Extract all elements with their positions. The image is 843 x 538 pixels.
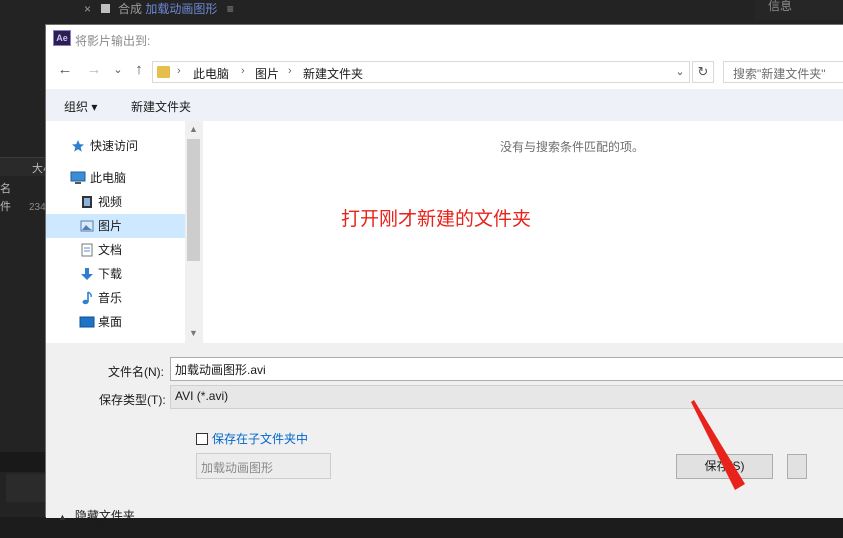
sidebar-scrollbar[interactable]: ▲ ▼ (185, 121, 202, 343)
star-icon (72, 140, 84, 152)
sidebar-item-this-pc[interactable]: 此电脑 (46, 166, 185, 190)
panel-menu-icon[interactable]: ≡ (227, 2, 234, 16)
sidebar-item-label: 此电脑 (90, 171, 127, 185)
save-in-subfolder-checkbox[interactable] (196, 433, 208, 445)
computer-icon (70, 171, 86, 184)
sidebar-item-pictures[interactable]: 图片 (46, 214, 185, 238)
navigation-pane: 快速访问 此电脑 视频 图片 文档 下载 音乐 桌面 (46, 121, 202, 343)
scroll-up-icon[interactable]: ▲ (185, 121, 202, 137)
lock-icon (101, 4, 111, 13)
download-icon (81, 268, 93, 280)
after-effects-logo-icon: Ae (53, 30, 71, 46)
subfolder-name-field: 加载动画图形 (196, 453, 331, 479)
close-tab-icon[interactable]: × (84, 2, 91, 16)
sidebar-item-label: 文档 (98, 243, 123, 257)
folder-icon (157, 66, 170, 78)
sidebar-item-label: 音乐 (98, 291, 123, 305)
sidebar-item-label: 下载 (98, 267, 123, 281)
sidebar-item-documents[interactable]: 文档 (46, 238, 185, 262)
back-arrow-icon[interactable]: ← (56, 62, 74, 77)
tab-label: 合成 (118, 2, 143, 16)
desktop-icon (79, 316, 95, 328)
chevron-up-icon: ▲ (58, 512, 67, 522)
sidebar-item-desktop[interactable]: 桌面 (46, 310, 185, 334)
hide-folders-toggle[interactable]: ▲ 隐藏文件夹 (58, 507, 135, 524)
dialog-titlebar: Ae 将影片输出到: (46, 25, 843, 53)
project-panel (0, 24, 45, 524)
sidebar-item-videos[interactable]: 视频 (46, 190, 185, 214)
video-icon (82, 196, 92, 208)
address-dropdown-icon[interactable]: ⌄ (672, 63, 688, 81)
scrollbar-thumb[interactable] (187, 139, 200, 261)
info-panel-title: 信息 (754, 0, 843, 20)
sidebar-item-label: 快速访问 (90, 139, 139, 153)
recent-locations-icon[interactable]: ⌄ (109, 63, 127, 77)
cancel-button[interactable] (787, 454, 807, 479)
hide-folders-label: 隐藏文件夹 (74, 509, 135, 523)
pictures-icon (80, 220, 94, 232)
breadcrumb-this-pc[interactable]: 此电脑 (193, 65, 229, 82)
chevron-right-icon[interactable]: › (288, 65, 292, 77)
breadcrumb-new-folder[interactable]: 新建文件夹 (303, 65, 363, 82)
sidebar-item-label: 图片 (98, 219, 123, 233)
filetype-label: 保存类型(T): (99, 393, 166, 407)
sidebar-item-music[interactable]: 音乐 (46, 286, 185, 310)
empty-folder-message: 没有与搜索条件匹配的项。 (500, 140, 645, 154)
panel-footer (6, 474, 45, 502)
save-options-area: 文件名(N): 加载动画图形.avi 保存类型(T): AVI (*.avi) … (46, 343, 843, 523)
row-label: 件 (0, 201, 11, 213)
chevron-right-icon[interactable]: › (241, 65, 245, 77)
panel-divider (0, 452, 45, 472)
address-bar[interactable]: › 此电脑 › 图片 › 新建文件夹 (152, 61, 690, 83)
save-in-subfolder-label[interactable]: 保存在子文件夹中 (212, 430, 308, 447)
composition-name[interactable]: 加载动画图形 (145, 2, 217, 16)
sidebar-item-downloads[interactable]: 下载 (46, 262, 185, 286)
breadcrumb-pictures[interactable]: 图片 (255, 65, 279, 82)
dialog-title: 将影片输出到: (75, 34, 151, 48)
project-row[interactable]: 名 (0, 180, 11, 196)
file-list[interactable]: 没有与搜索条件匹配的项。 打开刚才新建的文件夹 (203, 121, 843, 343)
new-folder-button[interactable]: 新建文件夹 (131, 98, 191, 115)
scroll-down-icon[interactable]: ▼ (185, 325, 202, 341)
refresh-icon[interactable]: ↻ (692, 61, 714, 83)
organize-menu[interactable]: 组织 ▾ (64, 98, 97, 115)
up-arrow-icon[interactable]: ↑ (130, 62, 148, 77)
tutorial-annotation: 打开刚才新建的文件夹 (341, 209, 532, 230)
command-toolbar: 组织 ▾ 新建文件夹 (46, 89, 843, 121)
save-button[interactable]: 保存(S) (676, 454, 773, 479)
sidebar-item-label: 视频 (98, 195, 123, 209)
document-icon (81, 243, 93, 257)
composition-tab[interactable]: × 合成 加载动画图形 ≡ (84, 0, 234, 16)
filename-label: 文件名(N): (108, 365, 164, 379)
save-dialog: Ae 将影片输出到: ← → ⌄ ↑ › 此电脑 › 图片 › 新建文件夹 ⌄ … (45, 24, 843, 523)
sidebar-item-quick-access[interactable]: 快速访问 (46, 134, 185, 158)
project-row[interactable]: 件 234 (0, 198, 46, 214)
filetype-select[interactable]: AVI (*.avi) (170, 385, 843, 409)
forward-arrow-icon[interactable]: → (85, 62, 103, 77)
sidebar-item-label: 桌面 (98, 315, 123, 329)
chevron-right-icon: › (177, 65, 181, 77)
music-icon (82, 291, 92, 305)
filename-field[interactable]: 加载动画图形.avi (170, 357, 843, 381)
row-size: 234 (29, 202, 46, 213)
search-input[interactable]: 搜索"新建文件夹" (723, 61, 843, 83)
